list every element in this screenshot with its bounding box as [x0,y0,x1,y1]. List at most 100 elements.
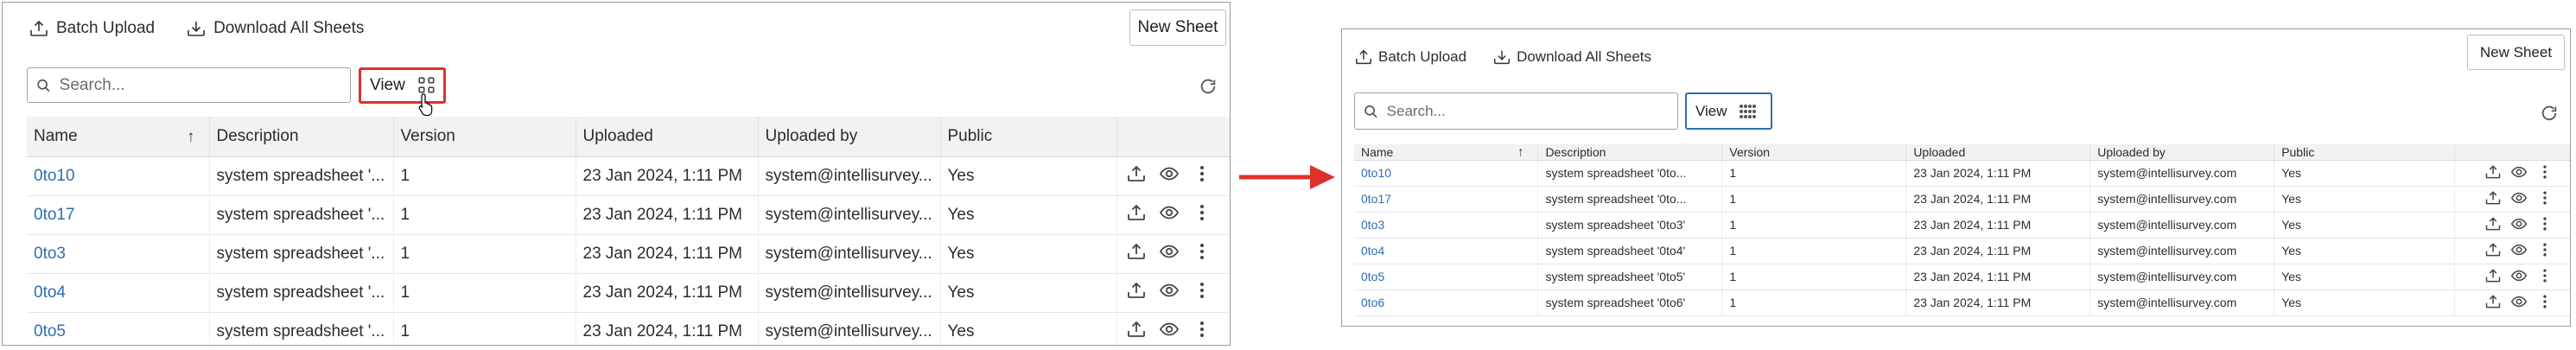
upload-icon [1126,163,1147,189]
search-input[interactable] [59,75,350,95]
more-options-button[interactable] [2536,163,2554,183]
column-header-uploaded-by[interactable]: Uploaded by [758,117,941,157]
table-row[interactable]: 0to3 system spreadsheet '... 1 23 Jan 2024,… [27,234,1230,274]
column-header-public[interactable]: Public [940,117,1117,157]
column-header-name[interactable]: Name ↑ [27,117,210,157]
sheet-name-link[interactable]: 0to3 [34,245,66,263]
search-input[interactable] [1386,102,1677,120]
more-options-button[interactable] [1192,163,1212,189]
cell-public: Yes [940,273,1117,313]
table-row[interactable]: 0to10 system spreadsheet '0to... 1 23 Jan 2… [1354,160,2570,187]
cell-actions [1116,312,1230,345]
preview-button[interactable] [2510,293,2528,313]
preview-button[interactable] [1159,319,1180,345]
upload-button[interactable] [1126,319,1147,345]
cell-actions [2454,186,2570,213]
column-header-uploaded-by[interactable]: Uploaded by [2089,144,2275,161]
preview-button[interactable] [2510,189,2528,209]
table-row[interactable]: 0to5 system spreadsheet '0to5' 1 23 Jan 202… [1354,264,2570,290]
column-header-public[interactable]: Public [2274,144,2456,161]
sheet-name-link[interactable]: 0to5 [34,322,66,340]
sheet-name-link[interactable]: 0to5 [1361,270,1384,283]
cell-uploaded-by: system@intellisurvey... [758,195,941,235]
table-row[interactable]: 0to17 system spreadsheet '0to... 1 23 Jan 2… [1354,186,2570,213]
eye-icon [2510,215,2528,235]
sheet-name-link[interactable]: 0to4 [34,283,66,302]
cell-name: 0to3 [1354,212,1539,239]
preview-button[interactable] [2510,163,2528,183]
table-row[interactable]: 0to6 system spreadsheet '0to6' 1 23 Jan 202… [1354,290,2570,316]
cell-version: 1 [1721,160,1907,187]
upload-button[interactable] [2484,241,2502,261]
preview-button[interactable] [2510,215,2528,235]
preview-button[interactable] [1159,280,1180,306]
sheet-name-link[interactable]: 0to17 [1361,192,1391,206]
column-header-description[interactable]: Description [1537,144,1723,161]
cell-public: Yes [2274,238,2456,264]
cell-name: 0to3 [27,234,210,274]
cell-uploaded: 23 Jan 2024, 1:11 PM [576,195,759,235]
cell-version: 1 [1721,238,1907,264]
more-options-button[interactable] [1192,202,1212,228]
column-header-actions [2454,144,2570,161]
new-sheet-button[interactable]: New Sheet [2467,35,2565,70]
cell-uploaded-by: system@intellisurvey... [758,273,941,313]
upload-button[interactable] [2484,267,2502,287]
upload-button[interactable] [1126,280,1147,306]
table-row[interactable]: 0to17 system spreadsheet '... 1 23 Jan 2024… [27,195,1230,235]
mouse-pointer-icon [418,93,433,117]
more-options-button[interactable] [1192,280,1212,306]
column-header-version[interactable]: Version [1721,144,1907,161]
upload-button[interactable] [1126,163,1147,189]
column-header-name[interactable]: Name ↑ [1354,144,1539,161]
table-row[interactable]: 0to4 system spreadsheet '... 1 23 Jan 2024,… [27,273,1230,313]
table-row[interactable]: 0to3 system spreadsheet '0to3' 1 23 Jan 202… [1354,212,2570,239]
sheet-name-link[interactable]: 0to3 [1361,218,1384,232]
more-options-button[interactable] [2536,267,2554,287]
sheet-name-link[interactable]: 0to6 [1361,296,1384,309]
view-button[interactable]: View [1685,92,1772,130]
new-sheet-button[interactable]: New Sheet [1129,10,1226,46]
column-header-uploaded[interactable]: Uploaded [576,117,759,157]
preview-button[interactable] [1159,241,1180,267]
sheet-name-link[interactable]: 0to4 [1361,244,1384,258]
more-options-button[interactable] [1192,319,1212,345]
column-header-description[interactable]: Description [209,117,394,157]
upload-button[interactable] [2484,215,2502,235]
search-field[interactable] [1354,92,1678,130]
upload-button[interactable] [1126,202,1147,228]
refresh-icon[interactable] [2540,104,2559,123]
upload-button[interactable] [2484,189,2502,209]
upload-button[interactable] [2484,293,2502,313]
column-header-version[interactable]: Version [393,117,576,157]
sheet-name-link[interactable]: 0to10 [1361,166,1391,180]
download-all-sheets-button[interactable]: Download All Sheets [186,18,364,39]
cell-uploaded-by: system@intellisurvey.com [2089,160,2275,187]
table-row[interactable]: 0to4 system spreadsheet '0to4' 1 23 Jan 202… [1354,238,2570,264]
preview-button[interactable] [1159,202,1180,228]
upload-button[interactable] [2484,163,2502,183]
more-options-button[interactable] [1192,241,1212,267]
more-options-button[interactable] [2536,293,2554,313]
search-field[interactable] [27,67,351,103]
download-all-sheets-button[interactable]: Download All Sheets [1492,48,1651,67]
eye-icon [2510,189,2528,209]
more-options-button[interactable] [2536,215,2554,235]
more-options-button[interactable] [2536,241,2554,261]
cell-uploaded: 23 Jan 2024, 1:11 PM [1905,212,2091,239]
search-icon [37,79,50,92]
sheet-name-link[interactable]: 0to17 [34,206,75,224]
table-row[interactable]: 0to5 system spreadsheet '... 1 23 Jan 2024,… [27,312,1230,345]
more-vertical-icon [2536,215,2554,235]
batch-upload-button[interactable]: Batch Upload [29,18,155,39]
more-options-button[interactable] [2536,189,2554,209]
refresh-icon[interactable] [1199,77,1218,96]
table-row[interactable]: 0to10 system spreadsheet '... 1 23 Jan 2024… [27,156,1230,196]
preview-button[interactable] [2510,241,2528,261]
preview-button[interactable] [2510,267,2528,287]
batch-upload-button[interactable]: Batch Upload [1354,48,1466,67]
preview-button[interactable] [1159,163,1180,189]
upload-button[interactable] [1126,241,1147,267]
column-header-uploaded[interactable]: Uploaded [1905,144,2091,161]
sheet-name-link[interactable]: 0to10 [34,167,75,185]
